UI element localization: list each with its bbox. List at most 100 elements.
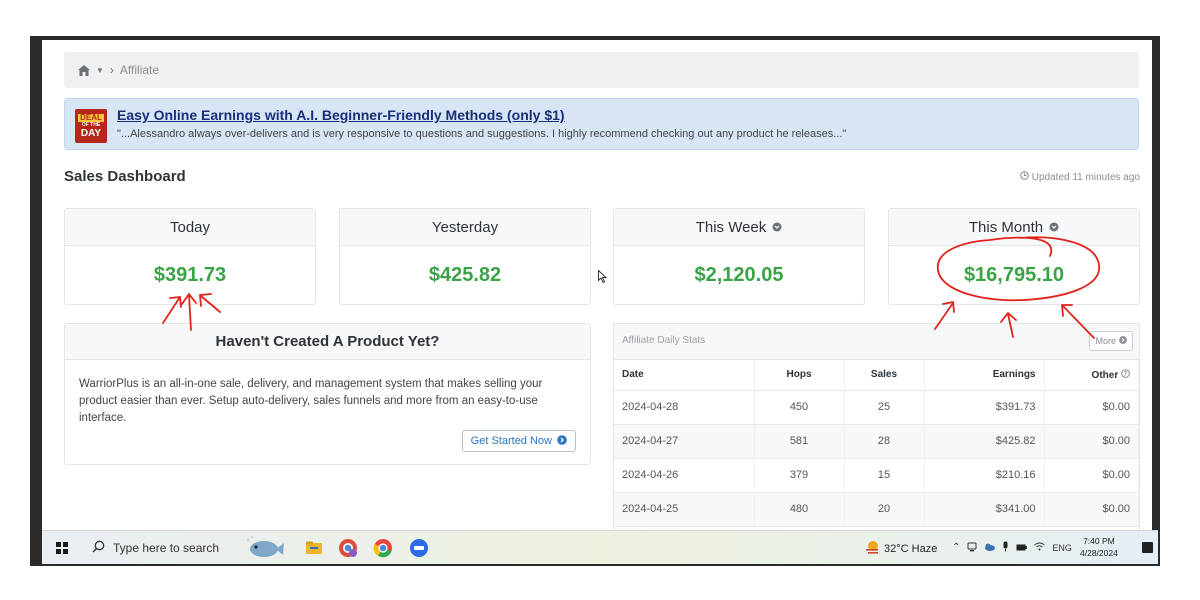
col-other[interactable]: Other ?: [1044, 360, 1139, 391]
file-explorer-icon[interactable]: [304, 538, 324, 558]
create-product-panel: Haven't Created A Product Yet? WarriorPl…: [64, 323, 591, 465]
home-icon[interactable]: [78, 64, 90, 76]
cta-title: Haven't Created A Product Yet?: [65, 324, 590, 360]
more-button[interactable]: More: [1089, 331, 1133, 351]
cell-sales: 15: [844, 458, 925, 493]
cell-sales: 28: [844, 424, 925, 459]
notification-icon[interactable]: [1142, 542, 1153, 553]
col-hops[interactable]: Hops: [754, 360, 845, 391]
chevron-right-icon: ›: [109, 63, 114, 77]
stat-label: Yesterday: [431, 218, 499, 236]
col-date[interactable]: Date: [614, 360, 755, 391]
updated-text: Updated 11 minutes ago: [1031, 171, 1140, 183]
stat-card-this-month: This Month $16,795.10: [888, 208, 1140, 305]
col-earnings[interactable]: Earnings: [924, 360, 1045, 391]
microphone-icon[interactable]: [1002, 541, 1009, 554]
cell-other: $0.00: [1044, 424, 1139, 459]
windows-start-icon[interactable]: [56, 542, 68, 554]
clock-time: 7:40 PM: [1083, 536, 1115, 546]
deal-badge-line3: DAY: [80, 127, 102, 139]
cell-sales: 25: [844, 390, 925, 425]
taskbar-clock[interactable]: 7:40 PM 4/28/2024: [1080, 535, 1118, 559]
stat-label: Today: [169, 218, 211, 236]
deal-badge-line1: DEAL: [78, 112, 104, 122]
affiliate-daily-stats-panel: Affiliate Daily Stats More Date Hops Sal…: [613, 323, 1140, 535]
stat-value: $16,795.10: [963, 263, 1065, 286]
deal-title-link[interactable]: Easy Online Earnings with A.I. Beginner-…: [117, 107, 565, 123]
chevron-circle-down-icon[interactable]: [772, 219, 782, 236]
cell-earnings: $341.00: [924, 492, 1045, 527]
stats-title: Affiliate Daily Stats: [622, 335, 706, 346]
cta-body: WarriorPlus is an all-in-one sale, deliv…: [79, 378, 543, 424]
cell-hops: 450: [754, 390, 845, 425]
cell-sales: 20: [844, 492, 925, 527]
chrome-icon[interactable]: [373, 538, 393, 558]
col-other-label: Other: [1091, 369, 1119, 381]
zoom-app-icon[interactable]: [409, 538, 429, 558]
stat-value: $391.73: [153, 263, 227, 286]
weather-widget[interactable]: 32°C Haze: [864, 540, 937, 557]
chevron-circle-down-icon[interactable]: [1049, 219, 1059, 236]
chrome-profile-icon[interactable]: [338, 538, 358, 558]
page-title: Sales Dashboard: [64, 168, 186, 185]
table-row: 2024-04-26 379 15 $210.16 $0.00: [614, 458, 1139, 493]
stat-card-yesterday: Yesterday $425.82: [339, 208, 591, 305]
cell-other: $0.00: [1044, 492, 1139, 527]
stat-value: $2,120.05: [694, 263, 784, 286]
deal-badge-line2: OF THE: [81, 121, 101, 128]
weather-haze-icon: [864, 540, 880, 557]
language-indicator[interactable]: ENG: [1052, 543, 1072, 553]
arrow-circle-right-icon: [557, 434, 567, 448]
stat-card-today: Today $391.73: [64, 208, 316, 305]
clock-icon: [1019, 171, 1029, 183]
cell-earnings: $425.82: [924, 424, 1045, 459]
search-placeholder: Type here to search: [113, 541, 220, 555]
cell-hops: 581: [754, 424, 845, 459]
clock-date: 4/28/2024: [1080, 548, 1118, 558]
windows-taskbar: Type here to search 32°C Haze ⌃ ENG 7:40…: [42, 530, 1158, 564]
chevron-up-icon[interactable]: ⌃: [952, 542, 960, 553]
mouse-cursor-icon: [598, 269, 608, 288]
battery-icon[interactable]: [1016, 543, 1028, 553]
question-circle-icon[interactable]: ?: [1121, 368, 1130, 381]
search-icon: [92, 540, 105, 556]
search-highlight-icon[interactable]: [242, 534, 284, 562]
cell-earnings: $391.73: [924, 390, 1045, 425]
cell-date: 2024-04-26: [614, 458, 755, 493]
stat-label: This Month: [968, 218, 1044, 236]
network-icon[interactable]: [967, 542, 977, 554]
updated-status: Updated 11 minutes ago: [1019, 171, 1140, 183]
cell-hops: 480: [754, 492, 845, 527]
col-sales[interactable]: Sales: [844, 360, 925, 391]
cloud-icon[interactable]: [984, 543, 996, 553]
more-label: More: [1095, 336, 1116, 346]
cell-date: 2024-04-27: [614, 424, 755, 459]
deal-of-the-day-banner: DEAL OF THE DAY Easy Online Earnings wit…: [64, 98, 1139, 150]
table-row: 2024-04-28 450 25 $391.73 $0.00: [614, 390, 1139, 425]
cell-other: $0.00: [1044, 390, 1139, 425]
deal-badge: DEAL OF THE DAY: [75, 109, 107, 143]
caret-down-icon[interactable]: ▼: [96, 66, 104, 75]
table-row: 2024-04-27 581 28 $425.82 $0.00: [614, 424, 1139, 459]
arrow-circle-right-icon: [1119, 336, 1127, 346]
stat-value: $425.82: [428, 263, 502, 286]
cell-date: 2024-04-25: [614, 492, 755, 527]
browser-viewport: ▼ › Affiliate DEAL OF THE DAY Easy Onlin…: [42, 40, 1152, 535]
stat-card-this-week: This Week $2,120.05: [613, 208, 865, 305]
cell-earnings: $210.16: [924, 458, 1045, 493]
cell-other: $0.00: [1044, 458, 1139, 493]
cell-hops: 379: [754, 458, 845, 493]
get-started-label: Get Started Now: [470, 435, 552, 447]
get-started-button[interactable]: Get Started Now: [461, 430, 576, 452]
breadcrumb-current: Affiliate: [119, 63, 160, 77]
wifi-icon[interactable]: [1034, 542, 1046, 553]
breadcrumb: ▼ › Affiliate: [64, 52, 1139, 88]
table-header-row: Date Hops Sales Earnings Other ?: [614, 360, 1139, 391]
system-tray: ⌃ ENG: [952, 541, 1072, 554]
stat-label: This Week: [695, 218, 767, 236]
stats-table: Date Hops Sales Earnings Other ? 2024-04…: [614, 360, 1139, 527]
cell-date: 2024-04-28: [614, 390, 755, 425]
table-row: 2024-04-25 480 20 $341.00 $0.00: [614, 492, 1139, 527]
deal-quote: "...Alessandro always over-delivers and …: [117, 128, 847, 140]
weather-text: 32°C Haze: [884, 542, 938, 555]
